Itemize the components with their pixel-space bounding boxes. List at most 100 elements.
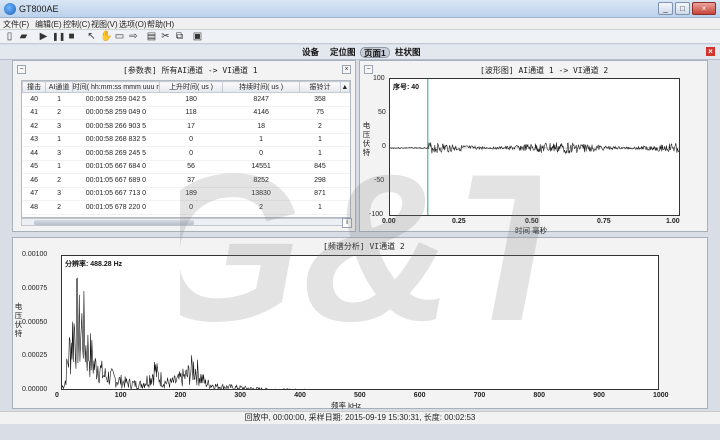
table-cell: 2 (45, 106, 73, 120)
table-cell: 43 (22, 133, 46, 147)
wave-y-tick: -50 (374, 177, 385, 184)
table-cell: 189 (159, 187, 223, 201)
table-cell: 00:00:58 269 245 5 (72, 146, 160, 161)
table-cell: 298 (299, 173, 341, 188)
table-cell: 1 (299, 133, 341, 147)
close-window-button[interactable]: × (692, 2, 716, 15)
table-row[interactable]: 40 1 00:00:58 259 042 5 180 8247 358 (22, 92, 350, 107)
waveform-panel: − [波形图] AI通道 1 -> VI通道 2 电压 伏特 序号: 40 10… (359, 60, 708, 235)
waveform-plot[interactable]: 序号: 40 (389, 78, 680, 216)
wave-index-readout: 序号: 40 (393, 84, 420, 91)
table-row[interactable]: 44 3 00:00:58 269 245 5001 (22, 146, 350, 161)
table-cell: 00:00:58 259 049 0 (72, 106, 160, 120)
table-cell: 00:01:05 678 220 0 (72, 200, 160, 215)
vscroll-up-icon[interactable]: ▲ (339, 81, 350, 93)
table-cell: 3 (45, 146, 73, 161)
table-row[interactable]: 41 2 00:00:58 259 049 0 118 4146 75 (22, 106, 350, 120)
play-icon[interactable]: ▶ (38, 31, 49, 42)
table-cell: 37 (159, 173, 223, 188)
menu-options[interactable]: 选项(O) (119, 19, 147, 30)
minimize-button[interactable]: _ (658, 2, 673, 15)
col-time[interactable]: 时间( hh:mm:ss mmm uuu n ) (71, 81, 161, 93)
save-icon[interactable]: ▣ (192, 31, 203, 42)
table-cell: 0 (222, 146, 300, 161)
col-ring-count[interactable]: 振铃计 (299, 81, 341, 93)
spectrum-x-tick: 200 (174, 392, 187, 399)
table-row[interactable]: 46 2 00:01:05 667 689 0 37 8252 298 (22, 173, 350, 188)
open-folder-icon[interactable]: ▰ (18, 31, 29, 42)
select-rect-icon[interactable]: ▭ (114, 31, 125, 42)
spectrum-x-tick: 300 (234, 392, 247, 399)
copy-icon[interactable]: ⧉ (174, 31, 185, 42)
cut-icon[interactable]: ✂ (160, 31, 171, 42)
param-table[interactable]: 撞击 AI通道 时间( hh:mm:ss mmm uuu n ) 上升时间( u… (21, 80, 351, 218)
menu-edit[interactable]: 编辑(E) (35, 19, 62, 30)
pause-icon[interactable]: ❚❚ (52, 31, 65, 42)
table-cell: 40 (22, 92, 46, 107)
table-cell: 8247 (222, 92, 300, 107)
spectrum-panel: [频谱分析] VI通道 2 电压 伏特 分辨率: 488.28 Hz 0.001… (12, 237, 708, 410)
menu-bar: 文件(F) 编辑(E) 控制(C) 视图(V) 选项(O) 帮助(H) (0, 18, 720, 30)
col-ai-channel[interactable]: AI通道 (45, 81, 73, 93)
table-row[interactable]: 47 3 00:01:05 667 713 0 189 13830 871 (22, 187, 350, 201)
scrollbar-thumb[interactable] (34, 220, 194, 225)
menu-help[interactable]: 帮助(H) (147, 19, 174, 30)
col-rise-time[interactable]: 上升时间( us ) (159, 81, 224, 93)
horizontal-scrollbar[interactable] (21, 218, 351, 226)
document-icon[interactable]: ▤ (146, 31, 157, 42)
new-file-icon[interactable]: ▯ (4, 31, 15, 42)
panel-close-icon[interactable]: × (342, 65, 351, 74)
table-cell: 180 (159, 92, 223, 107)
table-row[interactable]: 48 2 00:01:05 678 220 0021 (22, 200, 350, 215)
scroll-gutter (340, 133, 350, 147)
arrow-right-icon[interactable]: ⇨ (128, 31, 139, 42)
table-cell: 42 (22, 119, 46, 134)
maximize-button[interactable]: □ (675, 2, 690, 15)
menu-view[interactable]: 视图(V) (91, 19, 118, 30)
bottom-strip (0, 424, 720, 440)
table-cell: 47 (22, 187, 46, 201)
col-duration[interactable]: 持续时间( us ) (222, 81, 301, 93)
table-cell: 17 (159, 119, 223, 134)
wave-y-tick: 50 (378, 109, 386, 116)
table-cell: 44 (22, 146, 46, 161)
hand-icon[interactable]: ✋ (100, 31, 112, 42)
tab-page1[interactable]: 页面1 (360, 47, 390, 58)
spectrum-y-tick: 0.00075 (22, 284, 48, 292)
collapse-icon[interactable]: − (364, 65, 373, 74)
pointer-icon[interactable]: ↖ (86, 31, 97, 42)
scroll-gutter (340, 173, 350, 188)
spectrum-caption: [频谱分析] VI通道 2 (323, 242, 405, 251)
tab-device[interactable]: 设备 (299, 47, 322, 58)
scroll-gutter (340, 160, 350, 174)
spectrum-y-tick: 0.00000 (22, 386, 48, 393)
scroll-gutter (340, 187, 350, 201)
spectrum-x-tick: 0 (55, 392, 59, 399)
table-cell: 45 (22, 160, 46, 174)
col-hit[interactable]: 撞击 (22, 81, 47, 93)
table-cell: 1 (45, 133, 73, 147)
table-cell: 1 (299, 200, 341, 215)
scroll-gutter (340, 146, 350, 161)
menu-file[interactable]: 文件(F) (3, 19, 29, 30)
close-tab-icon[interactable]: × (706, 47, 715, 56)
info-button[interactable]: i (342, 218, 352, 228)
table-cell: 1 (45, 92, 73, 107)
spectrum-y-tick: 0.00050 (22, 318, 48, 326)
menu-control[interactable]: 控制(C) (63, 19, 90, 30)
spectrum-x-tick: 100 (114, 392, 127, 399)
table-cell: 56 (159, 160, 223, 174)
wave-x-tick: 0.50 (525, 218, 539, 225)
spectrum-plot[interactable]: 分辨率: 488.28 Hz (61, 255, 659, 390)
tab-histogram[interactable]: 柱状图 (392, 47, 424, 58)
collapse-icon[interactable]: − (17, 65, 26, 74)
tab-location[interactable]: 定位图 (327, 47, 359, 58)
stop-icon[interactable]: ■ (66, 31, 77, 42)
table-row[interactable]: 43 1 00:00:58 268 832 5011 (22, 133, 350, 147)
table-cell: 75 (299, 106, 341, 120)
table-row[interactable]: 45 1 00:01:05 667 684 0 56 14551 845 (22, 160, 350, 174)
scroll-gutter (340, 106, 350, 120)
table-cell: 00:01:05 667 684 0 (72, 160, 160, 174)
scroll-gutter (340, 119, 350, 134)
table-row[interactable]: 42 3 00:00:58 266 903 5 17 18 2 (22, 119, 350, 134)
